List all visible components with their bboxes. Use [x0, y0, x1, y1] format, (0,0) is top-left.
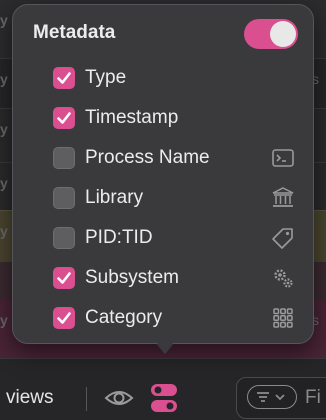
checkbox-type[interactable] — [53, 67, 75, 89]
metadata-toggle-icon[interactable] — [150, 383, 178, 413]
gears-icon — [271, 266, 295, 290]
metadata-item-process-name[interactable]: Process Name — [51, 143, 301, 173]
metadata-item-timestamp[interactable]: Timestamp — [51, 103, 301, 133]
terminal-icon — [271, 146, 295, 170]
item-label: Process Name — [85, 147, 210, 168]
console-window: y y s y y y y s views Fi Metadata Type T… — [0, 0, 326, 420]
filter-placeholder: Fi — [305, 387, 321, 408]
metadata-item-category[interactable]: Category — [51, 303, 301, 333]
metadata-item-type[interactable]: Type — [51, 63, 301, 93]
metadata-toggle-switch[interactable] — [244, 19, 298, 49]
item-label: Subsystem — [85, 267, 179, 288]
checkbox-timestamp[interactable] — [53, 107, 75, 129]
item-label: Type — [85, 67, 127, 88]
library-building-icon — [271, 186, 295, 210]
item-label: Library — [85, 187, 144, 208]
item-label: Category — [85, 307, 163, 328]
metadata-popover: Metadata Type Timestamp Process Name Lib… — [12, 4, 314, 344]
eye-icon[interactable] — [104, 387, 134, 409]
filter-field[interactable]: Fi — [236, 377, 326, 419]
item-label: Timestamp — [85, 107, 179, 128]
bottom-toolbar: views Fi — [0, 358, 326, 420]
item-label: PID:TID — [85, 227, 153, 248]
checkbox-subsystem[interactable] — [53, 267, 75, 289]
checkbox-library[interactable] — [53, 187, 75, 209]
toolbar-divider — [86, 387, 87, 411]
filter-options-button[interactable] — [247, 385, 297, 409]
grid-icon — [271, 306, 295, 330]
checkbox-category[interactable] — [53, 307, 75, 329]
toggle-knob — [270, 21, 296, 47]
checkbox-process-name[interactable] — [53, 147, 75, 169]
metadata-item-library[interactable]: Library — [51, 183, 301, 213]
tag-icon — [271, 226, 295, 250]
metadata-item-subsystem[interactable]: Subsystem — [51, 263, 301, 293]
checkbox-pid-tid[interactable] — [53, 227, 75, 249]
views-label[interactable]: views — [6, 387, 54, 409]
metadata-item-pid-tid[interactable]: PID:TID — [51, 223, 301, 253]
popover-title: Metadata — [33, 22, 116, 43]
popover-arrow — [151, 336, 179, 352]
